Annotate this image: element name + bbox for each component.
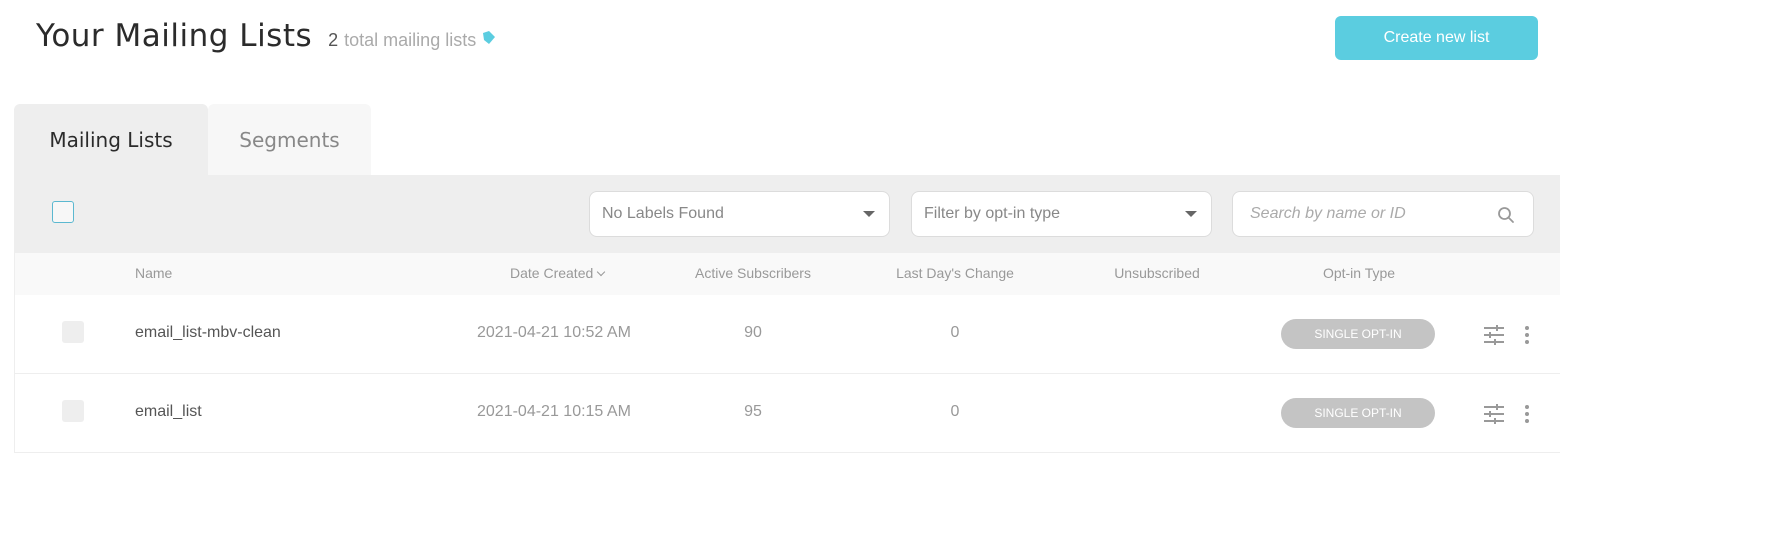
search-icon[interactable] [1497, 206, 1515, 224]
last-day-change: 0 [950, 324, 960, 341]
sliders-icon[interactable] [1483, 325, 1505, 345]
tag-icon[interactable] [481, 30, 497, 46]
page-title: Your Mailing Lists [36, 18, 313, 54]
list-count-label: total mailing lists [344, 30, 477, 50]
column-header-date-label: Date Created [510, 265, 594, 281]
table-row: email_list 2021-04-21 10:15 AM 95 0 SING… [14, 374, 1560, 453]
select-all-checkbox[interactable] [52, 201, 74, 223]
active-subscribers: 95 [744, 403, 762, 420]
filter-toolbar: No Labels Found Filter by opt-in type [14, 175, 1560, 253]
column-header-last-day-change[interactable]: Last Day's Change [896, 265, 1014, 281]
column-header-name[interactable]: Name [135, 265, 172, 281]
labels-select[interactable]: No Labels Found [589, 191, 890, 237]
column-header-date-created[interactable]: Date Created [510, 265, 606, 281]
chevron-down-icon [597, 267, 606, 277]
more-vertical-icon[interactable] [1517, 404, 1537, 424]
more-vertical-icon[interactable] [1517, 325, 1537, 345]
column-header-optin-type[interactable]: Opt-in Type [1323, 265, 1395, 281]
table-row: email_list-mbv-clean 2021-04-21 10:52 AM… [14, 295, 1560, 374]
column-header-active-subscribers[interactable]: Active Subscribers [695, 265, 811, 281]
caret-down-icon [1185, 211, 1197, 217]
optin-type-badge: SINGLE OPT-IN [1281, 398, 1435, 428]
sliders-icon[interactable] [1483, 404, 1505, 424]
column-header-unsubscribed[interactable]: Unsubscribed [1114, 265, 1200, 281]
create-new-list-button[interactable]: Create new list [1335, 16, 1538, 60]
last-day-change: 0 [950, 403, 960, 420]
tab-segments[interactable]: Segments [208, 104, 371, 176]
active-subscribers: 90 [744, 324, 762, 341]
list-name[interactable]: email_list-mbv-clean [135, 324, 281, 342]
date-created: 2021-04-21 10:52 AM [477, 324, 631, 341]
page-header: Your Mailing Lists 2 total mailing lists [36, 18, 476, 62]
optin-filter-select[interactable]: Filter by opt-in type [911, 191, 1212, 237]
optin-type-badge: SINGLE OPT-IN [1281, 319, 1435, 349]
optin-filter-value: Filter by opt-in type [924, 205, 1061, 222]
search-input[interactable] [1250, 192, 1490, 236]
labels-select-value: No Labels Found [602, 205, 724, 222]
date-created: 2021-04-21 10:15 AM [477, 403, 631, 420]
tab-mailing-lists[interactable]: Mailing Lists [14, 104, 208, 176]
list-name[interactable]: email_list [135, 403, 202, 421]
list-count: 2 [328, 30, 339, 50]
caret-down-icon [863, 211, 875, 217]
search-box [1232, 191, 1534, 237]
table-header: Name Date Created Active Subscribers Las… [14, 253, 1560, 295]
tab-bar: Mailing Lists Segments [14, 104, 371, 176]
row-checkbox[interactable] [62, 321, 84, 343]
row-checkbox[interactable] [62, 400, 84, 422]
